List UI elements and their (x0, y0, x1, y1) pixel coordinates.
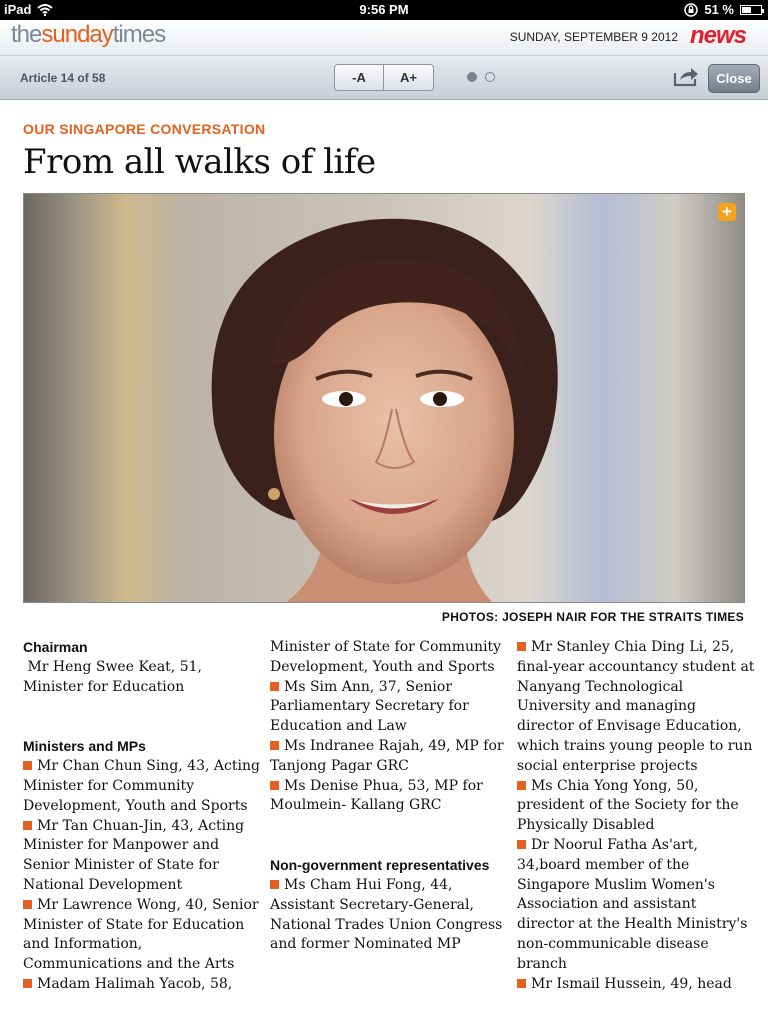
list-item: Mr Ismail Hussein, 49, head (517, 975, 755, 995)
page-indicator[interactable] (467, 72, 495, 82)
bullet-icon (23, 820, 32, 830)
rotation-lock-icon (684, 2, 699, 17)
list-item-continuation: Minister of State for Community Developm… (270, 639, 502, 675)
article-column-3: Mr Stanley Chia Ding Li, 25, final-year … (517, 638, 755, 994)
close-button[interactable]: Close (708, 64, 760, 93)
section-label: news (689, 22, 747, 49)
list-item: Ms Sim Ann, 37, Senior Parliamentary Sec… (270, 678, 469, 735)
list-item: Ms Indranee Rajah, 49, MP for Tanjong Pa… (270, 737, 504, 774)
bullet-icon (270, 681, 279, 691)
list-item: Madam Halimah Yacob, 58, (23, 975, 261, 995)
masthead: thesundaytimes SUNDAY, SEPTEMBER 9 2012 … (0, 20, 768, 56)
list-item: Ms Cham Hui Fong, 44, Assistant Secretar… (270, 876, 503, 953)
list-item: Dr Noorul Fatha As'art, 34,board member … (517, 836, 748, 972)
status-time: 9:56 PM (359, 2, 409, 17)
status-bar: iPad 9:56 PM 51 % (0, 0, 768, 20)
page-dot[interactable] (485, 72, 495, 82)
bullet-icon (270, 879, 279, 889)
sunday-times-logo: thesundaytimes (11, 21, 166, 48)
article-photo[interactable] (23, 193, 745, 603)
nongov-heading: Non-government representatives (270, 857, 490, 874)
bullet-icon (517, 978, 526, 988)
chairman-text: Mr Heng Swee Keat, 51, Minister for Educ… (23, 658, 202, 695)
bullet-icon (270, 780, 279, 790)
photo-credit: PHOTOS: JOSEPH NAIR FOR THE STRAITS TIME… (441, 610, 744, 624)
battery-icon (740, 4, 764, 15)
article-counter: Article 14 of 58 (20, 71, 106, 85)
bullet-icon (23, 899, 32, 909)
reader-toolbar: Article 14 of 58 -A A+ Close (0, 56, 768, 100)
issue-date: SUNDAY, SEPTEMBER 9 2012 (509, 30, 678, 44)
bullet-icon (23, 978, 32, 988)
bullet-icon (517, 780, 526, 790)
bullet-icon (517, 839, 526, 849)
bullet-icon (23, 761, 32, 771)
battery-percent: 51 % (704, 2, 734, 17)
list-item: Ms Chia Yong Yong, 50, president of the … (517, 777, 739, 834)
decrease-font-button[interactable]: -A (334, 64, 384, 91)
article-kicker: OUR SINGAPORE CONVERSATION (23, 121, 266, 137)
increase-font-button[interactable]: A+ (384, 64, 434, 91)
expand-photo-icon[interactable]: + (718, 203, 736, 221)
article-headline: From all walks of life (23, 142, 376, 182)
list-item: Mr Chan Chun Sing, 43, Acting Minister f… (23, 758, 260, 814)
list-item: Mr Lawrence Wong, 40, Senior Minister of… (23, 896, 259, 973)
portrait-image (24, 194, 744, 602)
list-item: Ms Denise Phua, 53, MP for Moulmein- Kal… (270, 777, 483, 814)
bullet-icon (270, 740, 279, 750)
share-icon[interactable] (673, 65, 699, 87)
ministers-heading: Ministers and MPs (23, 738, 146, 755)
chairman-heading: Chairman (23, 639, 88, 655)
bullet-icon (517, 642, 526, 651)
article-column-2: Minister of State for Community Developm… (270, 638, 508, 955)
font-size-controls: -A A+ (334, 64, 434, 91)
article-column-1: Chairman Mr Heng Swee Keat, 51, Minister… (23, 638, 261, 995)
list-item: Mr Stanley Chia Ding Li, 25, final-year … (517, 639, 755, 774)
list-item: Mr Tan Chuan-Jin, 43, Acting Minister fo… (23, 817, 245, 893)
page-dot-active[interactable] (467, 72, 477, 82)
